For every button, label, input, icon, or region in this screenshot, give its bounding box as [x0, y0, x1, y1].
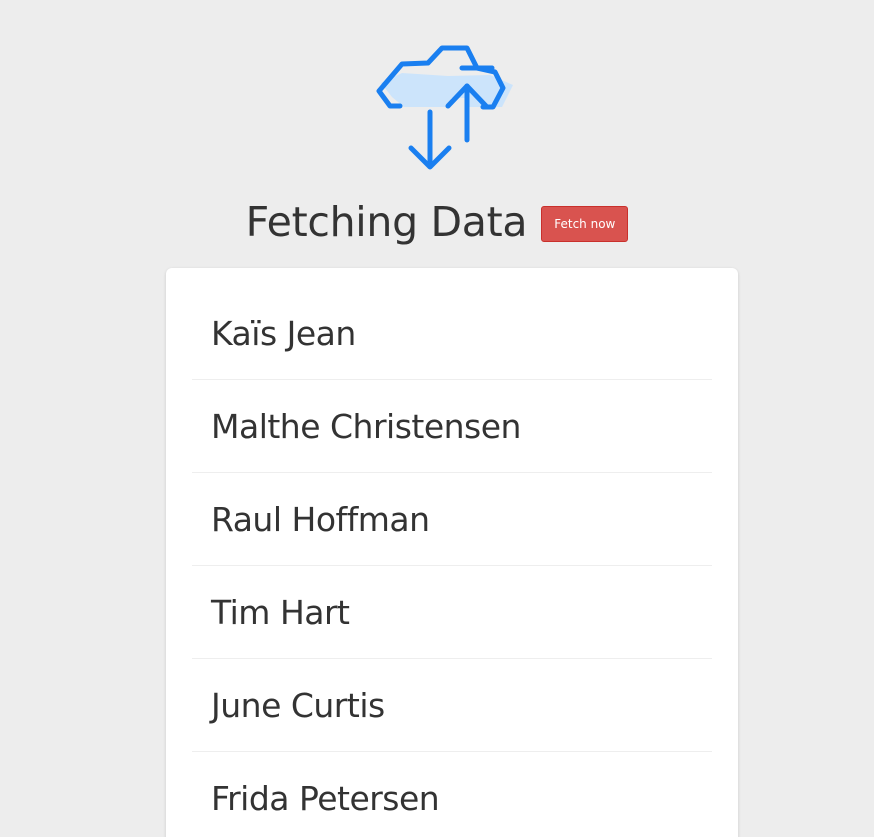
page-header: Fetching Data Fetch now [0, 192, 874, 252]
list-item: Frida Petersen [192, 753, 712, 837]
user-list: Kaïs Jean Malthe Christensen Raul Hoffma… [166, 268, 738, 837]
list-item: Malthe Christensen [192, 381, 712, 473]
page-title: Fetching Data [245, 198, 528, 246]
fetch-now-button[interactable]: Fetch now [541, 206, 629, 242]
list-item: Raul Hoffman [192, 474, 712, 566]
list-item: June Curtis [192, 660, 712, 752]
list-item: Tim Hart [192, 567, 712, 659]
cloud-sync-icon [376, 45, 513, 170]
user-list-card: Kaïs Jean Malthe Christensen Raul Hoffma… [166, 268, 738, 837]
list-item: Kaïs Jean [192, 288, 712, 380]
page: Fetching Data Fetch now Kaïs Jean Malthe… [0, 0, 874, 837]
